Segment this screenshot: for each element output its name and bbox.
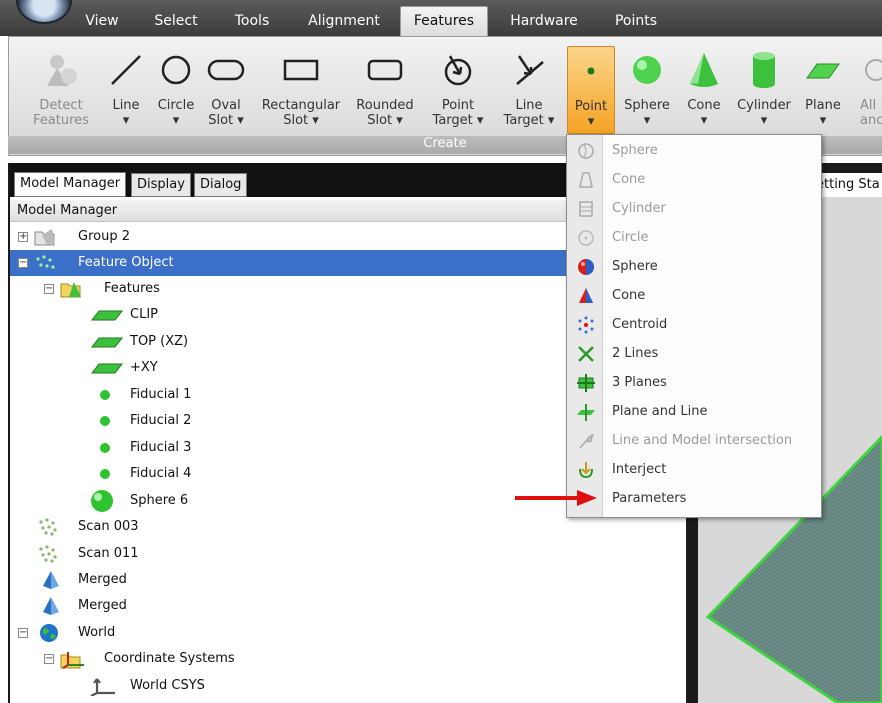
line-target-icon bbox=[516, 55, 544, 85]
annotation-arrow-icon bbox=[515, 490, 597, 506]
viewport-tab[interactable]: etting Sta bbox=[814, 173, 882, 197]
cone-outline-icon bbox=[579, 172, 593, 188]
rounded-slot-icon bbox=[367, 59, 403, 81]
cone-icon bbox=[579, 288, 593, 303]
scan-icon bbox=[39, 518, 57, 536]
tab-display[interactable]: Display bbox=[131, 173, 191, 197]
menu-item-parameters[interactable]: Parameters bbox=[567, 484, 821, 513]
menu-item-line-and-model-intersection[interactable]: Line and Model intersection bbox=[567, 426, 821, 455]
tab-hardware[interactable]: Hardware bbox=[500, 8, 588, 34]
point-target-icon bbox=[444, 55, 472, 86]
cylinder-button[interactable]: Cylinder ▾ bbox=[734, 46, 794, 134]
mesh-icon bbox=[43, 597, 59, 615]
interject-icon bbox=[579, 462, 593, 479]
plane-icon bbox=[90, 363, 124, 374]
tab-features[interactable]: Features bbox=[400, 6, 488, 36]
menu-item-cone[interactable]: Cone bbox=[567, 281, 821, 310]
cylinder-outline-icon bbox=[579, 201, 593, 217]
tab-model-manager[interactable]: Model Manager bbox=[14, 172, 127, 197]
plane-icon bbox=[806, 63, 840, 79]
menu-bar: View Select Tools Alignment Features Har… bbox=[0, 0, 882, 36]
tree-item-merged-2[interactable]: Merged bbox=[10, 593, 688, 619]
tree-item-world-csys[interactable]: World CSYS bbox=[10, 673, 688, 699]
circle-outline-icon bbox=[578, 230, 594, 246]
features-folder-icon bbox=[60, 282, 81, 298]
collapse-icon[interactable]: − bbox=[44, 284, 54, 294]
sphere-icon bbox=[578, 259, 594, 275]
all-icon bbox=[865, 59, 882, 81]
line-button[interactable]: Line ▾ bbox=[104, 46, 148, 134]
point-icon bbox=[100, 443, 110, 453]
tree-item-world[interactable]: − World bbox=[10, 620, 688, 646]
centroid-icon bbox=[578, 316, 594, 334]
tab-alignment[interactable]: Alignment bbox=[298, 8, 390, 34]
tab-select[interactable]: Select bbox=[144, 8, 208, 34]
tree-item-merged-1[interactable]: Merged bbox=[10, 567, 688, 593]
sphere-button[interactable]: Sphere ▾ bbox=[620, 46, 674, 134]
sphere-outline-icon bbox=[578, 143, 594, 159]
tab-dialog[interactable]: Dialog bbox=[194, 173, 248, 197]
menu-item-3-planes[interactable]: 3 Planes bbox=[567, 368, 821, 397]
csys-icon bbox=[90, 678, 115, 696]
scan-icon bbox=[39, 545, 57, 563]
menu-item-interject[interactable]: Interject bbox=[567, 455, 821, 484]
folder-icon bbox=[34, 229, 55, 246]
point-dropdown-menu: Sphere Cone Cylinder Circle Sphere Cone … bbox=[566, 134, 822, 518]
point-button[interactable]: Point ▾ bbox=[567, 46, 615, 134]
plane-and-line-icon bbox=[577, 404, 595, 421]
oval-slot-icon bbox=[207, 59, 245, 81]
menu-item-cone-disabled[interactable]: Cone bbox=[567, 165, 821, 194]
three-planes-icon bbox=[577, 374, 595, 392]
cone-icon bbox=[690, 53, 718, 87]
menu-item-cylinder-disabled[interactable]: Cylinder bbox=[567, 194, 821, 223]
sphere-icon bbox=[633, 56, 661, 84]
line-target-button[interactable]: Line Target ▾ bbox=[498, 46, 560, 134]
plane-icon bbox=[90, 337, 124, 348]
menu-item-sphere-disabled[interactable]: Sphere bbox=[567, 136, 821, 165]
point-icon bbox=[100, 416, 110, 426]
point-icon bbox=[100, 469, 110, 479]
rectangular-slot-button[interactable]: Rectangular Slot ▾ bbox=[258, 46, 344, 134]
oval-slot-button[interactable]: Oval Slot ▾ bbox=[204, 46, 248, 134]
plane-icon bbox=[90, 310, 124, 321]
collapse-icon[interactable]: − bbox=[18, 628, 28, 638]
tab-tools[interactable]: Tools bbox=[222, 8, 282, 34]
cylinder-icon bbox=[753, 52, 775, 88]
tree-item-coordinate-systems[interactable]: − Coordinate Systems bbox=[10, 646, 688, 672]
point-target-button[interactable]: Point Target ▾ bbox=[428, 46, 488, 134]
circle-button[interactable]: Circle ▾ bbox=[154, 46, 198, 134]
detect-features-button[interactable]: Detect Features bbox=[26, 46, 96, 134]
collapse-icon[interactable]: − bbox=[18, 258, 28, 268]
plane-button[interactable]: Plane ▾ bbox=[800, 46, 846, 134]
line-icon bbox=[111, 55, 141, 85]
mesh-icon bbox=[43, 571, 59, 589]
detect-features-icon bbox=[47, 55, 77, 86]
tab-view[interactable]: View bbox=[74, 8, 130, 34]
menu-item-2-lines[interactable]: 2 Lines bbox=[567, 339, 821, 368]
line-model-intersection-icon bbox=[579, 434, 595, 449]
tree-item-scan-011[interactable]: Scan 011 bbox=[10, 541, 688, 567]
globe-icon bbox=[40, 624, 58, 642]
sphere-icon bbox=[91, 490, 113, 512]
feature-object-icon bbox=[36, 255, 55, 269]
app-logo-icon[interactable] bbox=[16, 0, 72, 24]
tab-points[interactable]: Points bbox=[604, 8, 668, 34]
rectangular-slot-icon bbox=[283, 59, 319, 81]
menu-item-sphere[interactable]: Sphere bbox=[567, 252, 821, 281]
point-icon bbox=[587, 67, 595, 75]
coordinate-systems-icon bbox=[60, 652, 84, 669]
menu-item-plane-and-line[interactable]: Plane and Line bbox=[567, 397, 821, 426]
cone-button[interactable]: Cone ▾ bbox=[682, 46, 726, 134]
menu-item-circle-disabled[interactable]: Circle bbox=[567, 223, 821, 252]
expand-icon[interactable]: + bbox=[18, 232, 28, 242]
rounded-slot-button[interactable]: Rounded Slot ▾ bbox=[352, 46, 418, 134]
point-icon bbox=[100, 390, 110, 400]
menu-item-centroid[interactable]: Centroid bbox=[567, 310, 821, 339]
circle-icon bbox=[161, 55, 191, 85]
collapse-icon[interactable]: − bbox=[44, 654, 54, 664]
two-lines-icon bbox=[578, 346, 594, 362]
all-button[interactable]: All anc bbox=[852, 46, 882, 134]
